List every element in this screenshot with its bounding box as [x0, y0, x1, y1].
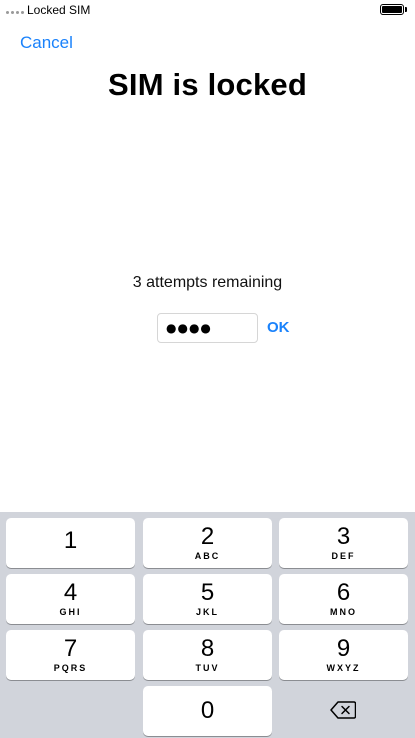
key-3[interactable]: 3 DEF [279, 518, 408, 568]
key-5[interactable]: 5 JKL [143, 574, 272, 624]
battery-icon [380, 4, 404, 15]
key-letters: DEF [331, 551, 356, 561]
key-9[interactable]: 9 WXYZ [279, 630, 408, 680]
cancel-button[interactable]: Cancel [20, 33, 73, 53]
carrier-label: Locked SIM [27, 3, 91, 17]
key-letters: PQRS [53, 663, 88, 673]
pin-masked-value: ●●●● [166, 321, 212, 335]
ok-button[interactable]: OK [267, 319, 290, 336]
key-digit: 6 [336, 579, 351, 606]
key-digit: 4 [63, 579, 78, 606]
key-letters: TUV [195, 663, 220, 673]
key-2[interactable]: 2 ABC [143, 518, 272, 568]
sim-lock-screen: Locked SIM Cancel SIM is locked 3 attemp… [0, 0, 415, 738]
key-letters: WXYZ [326, 663, 361, 673]
key-digit: 0 [200, 697, 215, 724]
pin-input[interactable]: ●●●● [157, 313, 258, 343]
page-title: SIM is locked [108, 67, 307, 102]
key-4[interactable]: 4 GHI [6, 574, 135, 624]
key-letters: ABC [194, 551, 221, 561]
status-bar: Locked SIM [0, 0, 415, 20]
attempts-remaining-text: 3 attempts remaining [132, 274, 283, 291]
key-digit: 5 [200, 579, 215, 606]
key-digit: 1 [63, 527, 78, 554]
backspace-icon [329, 701, 356, 719]
key-digit: 8 [200, 635, 215, 662]
key-digit: 2 [200, 523, 215, 550]
backspace-button[interactable] [278, 685, 407, 735]
signal-dots-icon [6, 11, 24, 14]
key-digit: 3 [336, 523, 351, 550]
key-1[interactable]: 1 [6, 518, 135, 568]
battery-tip [405, 7, 407, 12]
key-0[interactable]: 0 [143, 686, 272, 736]
key-digit: 9 [336, 635, 351, 662]
key-digit: 7 [63, 635, 78, 662]
key-letters: MNO [330, 607, 357, 617]
key-letters: JKL [195, 607, 219, 617]
key-6[interactable]: 6 MNO [279, 574, 408, 624]
key-8[interactable]: 8 TUV [143, 630, 272, 680]
key-letters: GHI [59, 607, 82, 617]
key-7[interactable]: 7 PQRS [6, 630, 135, 680]
